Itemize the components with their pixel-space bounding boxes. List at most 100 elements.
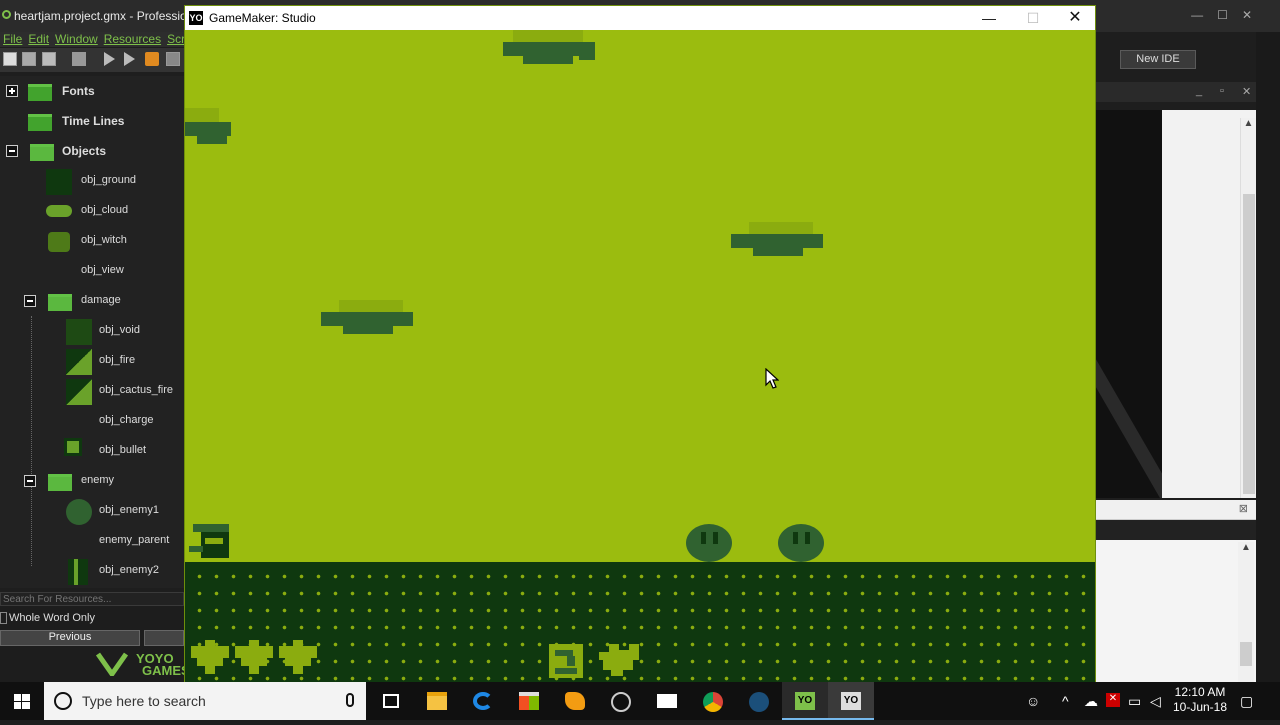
- ide-toolbar: [0, 48, 190, 72]
- scrollbar-thumb[interactable]: [1240, 642, 1252, 666]
- witch-sprite: [189, 524, 229, 558]
- stop-icon[interactable]: [145, 52, 159, 66]
- save-icon[interactable]: [42, 52, 56, 66]
- tree-item-obj-enemy1[interactable]: obj_enemy1: [0, 496, 184, 526]
- charge-item-icon: [549, 644, 583, 678]
- resource-search-input[interactable]: [0, 592, 184, 606]
- tree-item-obj-enemy2[interactable]: obj_enemy2: [0, 556, 184, 586]
- tree-item-obj-bullet[interactable]: obj_bullet: [0, 436, 184, 466]
- game-window-titlebar[interactable]: YO GameMaker: Studio — ☐ ✕: [185, 6, 1095, 30]
- previous-button[interactable]: Previous: [0, 630, 140, 646]
- menu-edit[interactable]: Edit: [28, 32, 49, 46]
- scrollbar-thumb[interactable]: [1243, 194, 1255, 494]
- next-button[interactable]: [144, 630, 184, 646]
- output-scrollbar[interactable]: ▲: [1238, 542, 1254, 682]
- tree-item-obj-fire[interactable]: obj_fire: [0, 346, 184, 376]
- taskbar-search-box[interactable]: Type here to search: [44, 682, 366, 720]
- mail-button[interactable]: [644, 682, 690, 720]
- new-ide-button[interactable]: New IDE: [1120, 50, 1196, 69]
- tree-item-obj-view[interactable]: obj_view: [0, 256, 184, 286]
- new-file-icon[interactable]: [3, 52, 17, 66]
- fl-studio-button[interactable]: [552, 682, 598, 720]
- checkbox-icon[interactable]: [0, 612, 7, 625]
- tree-item-obj-cactus-fire[interactable]: obj_cactus_fire: [0, 376, 184, 406]
- close-button[interactable]: ✕: [1053, 6, 1097, 30]
- edge-browser-button[interactable]: [460, 682, 506, 720]
- close-icon[interactable]: ⊠: [1239, 502, 1248, 515]
- gamemaker-logo-icon: [2, 10, 11, 19]
- people-icon[interactable]: ☺: [1026, 693, 1040, 709]
- maximize-icon[interactable]: ☐: [1217, 8, 1228, 22]
- tree-item-obj-ground[interactable]: obj_ground: [0, 166, 184, 196]
- run-icon[interactable]: [104, 52, 115, 66]
- ide-right-edge: [1256, 32, 1280, 682]
- task-view-button[interactable]: [368, 682, 414, 720]
- tree-item-objects[interactable]: Objects: [0, 136, 184, 166]
- tree-item-obj-charge[interactable]: obj_charge: [0, 406, 184, 436]
- tree-item-obj-void[interactable]: obj_void: [0, 316, 184, 346]
- minimize-icon[interactable]: —: [1191, 8, 1203, 22]
- onedrive-icon[interactable]: ☁: [1084, 693, 1098, 710]
- bullet-sprite-icon: [64, 438, 82, 456]
- tree-item-obj-cloud[interactable]: obj_cloud: [0, 196, 184, 226]
- close-icon[interactable]: ✕: [1242, 85, 1251, 98]
- gamemaker-ide-button[interactable]: YO: [782, 682, 828, 720]
- maximize-button[interactable]: ☐: [1011, 6, 1055, 30]
- minimize-button[interactable]: —: [967, 6, 1011, 30]
- collapse-icon[interactable]: [6, 145, 18, 157]
- start-button[interactable]: [0, 682, 44, 720]
- game-window[interactable]: YO GameMaker: Studio — ☐ ✕: [184, 5, 1096, 682]
- ide-window-controls[interactable]: — ☐ ✕: [1177, 8, 1252, 22]
- windows-logo-icon[interactable]: [0, 682, 44, 720]
- volume-icon[interactable]: ◁: [1150, 693, 1161, 710]
- maximize-icon[interactable]: ▫: [1220, 85, 1224, 97]
- minimize-icon[interactable]: _: [1196, 85, 1202, 97]
- clean-icon[interactable]: [166, 52, 180, 66]
- tree-item-fonts[interactable]: Fonts: [0, 76, 184, 106]
- close-icon[interactable]: ✕: [1242, 8, 1252, 22]
- scroll-up-icon[interactable]: ▲: [1241, 542, 1251, 553]
- show-hidden-icons-icon[interactable]: ^: [1062, 693, 1069, 709]
- folder-icon: [28, 114, 52, 131]
- game-canvas[interactable]: [185, 30, 1095, 682]
- microphone-icon[interactable]: [346, 693, 354, 707]
- taskbar-search-placeholder: Type here to search: [82, 693, 206, 709]
- collapse-icon[interactable]: [24, 475, 36, 487]
- vertical-scrollbar[interactable]: ▲: [1240, 118, 1256, 498]
- heart-icon: [279, 640, 317, 674]
- expand-icon[interactable]: [6, 85, 18, 97]
- enemy-sprite: [778, 524, 824, 562]
- tree-item-enemy[interactable]: enemy: [0, 466, 184, 496]
- export-icon[interactable]: [72, 52, 86, 66]
- obs-button[interactable]: [598, 682, 644, 720]
- taskbar-clock[interactable]: 12:10 AM 10-Jun-18: [1172, 685, 1228, 715]
- whole-word-checkbox[interactable]: Whole Word Only: [0, 612, 95, 625]
- collapse-icon[interactable]: [24, 295, 36, 307]
- scroll-up-icon[interactable]: ▲: [1244, 118, 1254, 129]
- menu-window[interactable]: Window: [55, 32, 98, 46]
- ground-sprite-icon: [46, 169, 72, 195]
- file-explorer-button[interactable]: [414, 682, 460, 720]
- network-icon[interactable]: ▭: [1128, 693, 1141, 710]
- steam-button[interactable]: [736, 682, 782, 720]
- tree-item-timelines[interactable]: Time Lines: [0, 106, 184, 136]
- resource-tree: Fonts Time Lines Objects obj_ground obj_…: [0, 76, 184, 588]
- open-folder-icon[interactable]: [22, 52, 36, 66]
- mouse-cursor-icon: [765, 368, 779, 389]
- chrome-button[interactable]: [690, 682, 736, 720]
- ide-menu-bar: FileEditWindowResourcesScripts: [0, 32, 204, 47]
- antivirus-icon[interactable]: ✕: [1106, 693, 1120, 707]
- clock-time: 12:10 AM: [1174, 685, 1226, 699]
- heart-icon: [235, 640, 273, 674]
- notifications-icon[interactable]: ▢: [1240, 693, 1253, 710]
- menu-file[interactable]: File: [3, 32, 22, 46]
- debug-run-icon[interactable]: [124, 52, 135, 66]
- cortana-icon[interactable]: [54, 692, 72, 710]
- tree-item-obj-witch[interactable]: obj_witch: [0, 226, 184, 256]
- tree-item-enemy-parent[interactable]: enemy_parent: [0, 526, 184, 556]
- menu-resources[interactable]: Resources: [104, 32, 161, 46]
- cloud-sprite: [731, 222, 823, 256]
- tree-item-damage[interactable]: damage: [0, 286, 184, 316]
- store-button[interactable]: [506, 682, 552, 720]
- gamemaker-runner-button[interactable]: YO: [828, 682, 874, 720]
